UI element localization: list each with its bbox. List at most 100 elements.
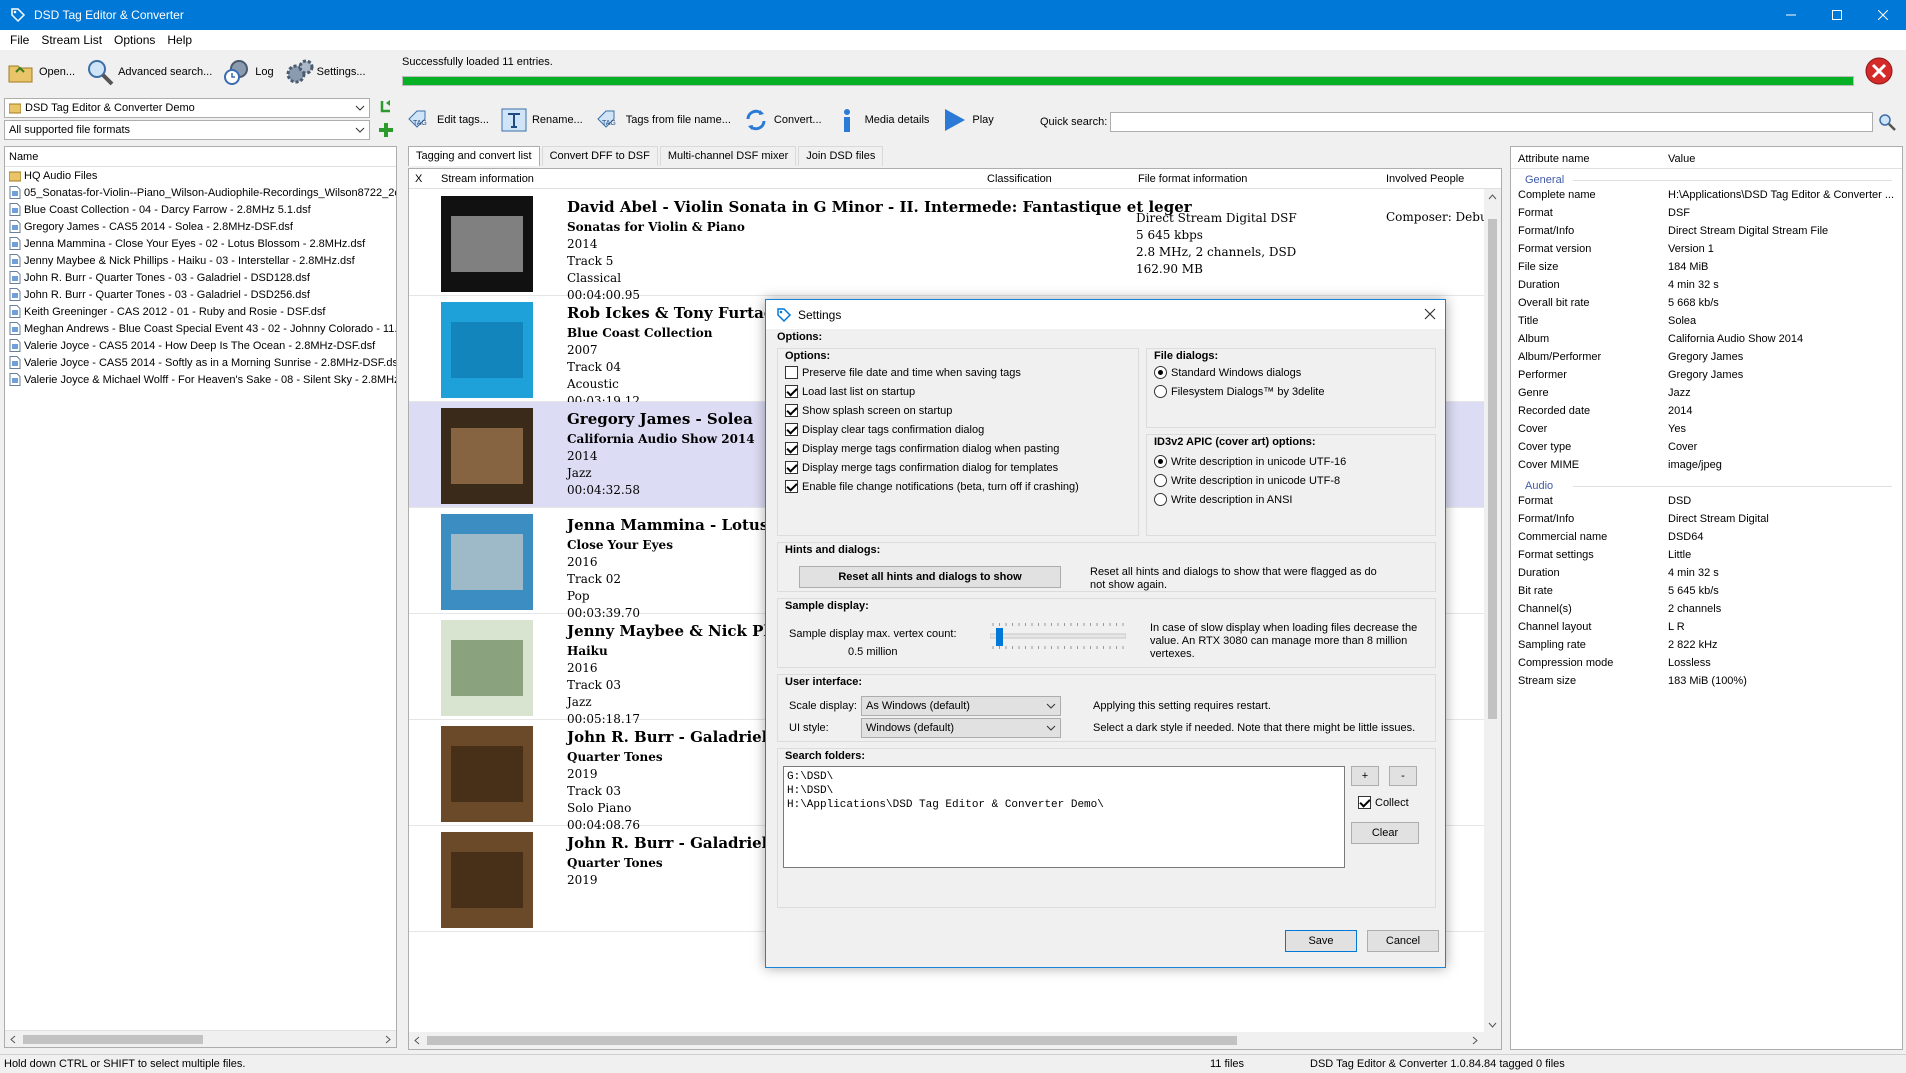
refresh-icon[interactable] bbox=[378, 99, 394, 115]
convert-button[interactable]: Convert... bbox=[741, 105, 822, 135]
stop-icon[interactable] bbox=[1864, 56, 1894, 86]
property-row[interactable]: Format version Version 1 bbox=[1511, 241, 1902, 259]
play-button[interactable]: Play bbox=[939, 105, 994, 135]
property-row[interactable]: Duration 4 min 32 s bbox=[1511, 565, 1902, 583]
scrollbar-thumb[interactable] bbox=[427, 1036, 1237, 1045]
column-x[interactable]: X bbox=[415, 173, 422, 185]
property-row[interactable]: Channel(s) 2 channels bbox=[1511, 601, 1902, 619]
property-row[interactable]: Cover MIME image/jpeg bbox=[1511, 457, 1902, 475]
property-row[interactable]: Format DSF bbox=[1511, 205, 1902, 223]
file-list-header[interactable]: Name bbox=[5, 147, 396, 167]
property-row[interactable]: Genre Jazz bbox=[1511, 385, 1902, 403]
property-row[interactable]: Performer Gregory James bbox=[1511, 367, 1902, 385]
property-row[interactable]: Cover Yes bbox=[1511, 421, 1902, 439]
file-item[interactable]: Valerie Joyce & Michael Wolff - For Heav… bbox=[5, 371, 396, 388]
apic-radio[interactable]: Write description in unicode UTF-16 bbox=[1154, 455, 1346, 468]
apic-radio[interactable]: Write description in unicode UTF-8 bbox=[1154, 474, 1340, 487]
column-value[interactable]: Value bbox=[1668, 153, 1695, 165]
save-button[interactable]: Save bbox=[1285, 930, 1357, 952]
property-row[interactable]: Sampling rate 2 822 kHz bbox=[1511, 637, 1902, 655]
file-dialog-radio[interactable]: Filesystem Dialogs™ by 3delite bbox=[1154, 385, 1324, 398]
menu-stream-list[interactable]: Stream List bbox=[35, 33, 108, 47]
menu-options[interactable]: Options bbox=[108, 33, 161, 47]
column-attribute-name[interactable]: Attribute name bbox=[1518, 153, 1590, 165]
tab-join-dsd-files[interactable]: Join DSD files bbox=[798, 146, 884, 166]
option-checkbox[interactable]: Preserve file date and time when saving … bbox=[785, 366, 1021, 379]
collect-checkbox[interactable]: Collect bbox=[1358, 796, 1409, 809]
file-item[interactable]: Blue Coast Collection - 04 - Darcy Farro… bbox=[5, 201, 396, 218]
property-row[interactable]: Album/Performer Gregory James bbox=[1511, 349, 1902, 367]
option-checkbox[interactable]: Show splash screen on startup bbox=[785, 404, 952, 417]
column-involved-people[interactable]: Involved People bbox=[1386, 173, 1464, 185]
search-icon[interactable] bbox=[1878, 113, 1896, 131]
format-combo[interactable]: All supported file formats bbox=[4, 120, 370, 140]
reset-hints-button[interactable]: Reset all hints and dialogs to show bbox=[799, 566, 1061, 588]
scrollbar-thumb[interactable] bbox=[23, 1035, 203, 1044]
property-row[interactable]: Channel layout L R bbox=[1511, 619, 1902, 637]
option-checkbox[interactable]: Load last list on startup bbox=[785, 385, 915, 398]
column-classification[interactable]: Classification bbox=[987, 173, 1052, 185]
source-combo[interactable]: DSD Tag Editor & Converter Demo bbox=[4, 98, 370, 118]
ui-style-combo[interactable]: Windows (default) bbox=[861, 718, 1061, 738]
close-button[interactable] bbox=[1860, 0, 1906, 30]
apic-radio[interactable]: Write description in ANSI bbox=[1154, 493, 1292, 506]
menu-file[interactable]: File bbox=[4, 33, 35, 47]
horizontal-scrollbar[interactable] bbox=[409, 1032, 1501, 1049]
rename-button[interactable]: Rename... bbox=[499, 105, 583, 135]
advanced-search-button[interactable]: Advanced search... bbox=[85, 57, 212, 87]
scrollbar-thumb[interactable] bbox=[1488, 219, 1497, 719]
tab-tagging-and-convert-list[interactable]: Tagging and convert list bbox=[408, 146, 540, 166]
menu-help[interactable]: Help bbox=[161, 33, 198, 47]
file-item[interactable]: Jenny Maybee & Nick Phillips - Haiku - 0… bbox=[5, 252, 396, 269]
add-icon[interactable] bbox=[378, 122, 394, 138]
tab-convert-dff-to-dsf[interactable]: Convert DFF to DSF bbox=[541, 146, 658, 166]
file-item[interactable]: Jenna Mammina - Close Your Eyes - 02 - L… bbox=[5, 235, 396, 252]
maximize-button[interactable] bbox=[1814, 0, 1860, 30]
option-checkbox[interactable]: Display clear tags confirmation dialog bbox=[785, 423, 984, 436]
option-checkbox[interactable]: Enable file change notifications (beta, … bbox=[785, 480, 1079, 493]
property-row[interactable]: Format/Info Direct Stream Digital bbox=[1511, 511, 1902, 529]
property-row[interactable]: Stream size 183 MiB (100%) bbox=[1511, 673, 1902, 691]
property-row[interactable]: Compression mode Lossless bbox=[1511, 655, 1902, 673]
property-row[interactable]: Duration 4 min 32 s bbox=[1511, 277, 1902, 295]
search-folders-memo[interactable]: G:\DSD\ H:\DSD\ H:\Applications\DSD Tag … bbox=[783, 766, 1345, 868]
close-icon[interactable] bbox=[1423, 307, 1437, 321]
property-row[interactable]: Format DSD bbox=[1511, 493, 1902, 511]
property-row[interactable]: Format settings Little bbox=[1511, 547, 1902, 565]
open-button[interactable]: Open... bbox=[6, 57, 75, 87]
minimize-button[interactable] bbox=[1768, 0, 1814, 30]
property-row[interactable]: Title Solea bbox=[1511, 313, 1902, 331]
clear-button[interactable]: Clear bbox=[1351, 822, 1419, 844]
option-checkbox[interactable]: Display merge tags confirmation dialog f… bbox=[785, 461, 1058, 474]
property-row[interactable]: Format/Info Direct Stream Digital Stream … bbox=[1511, 223, 1902, 241]
property-row[interactable]: Album California Audio Show 2014 bbox=[1511, 331, 1902, 349]
file-dialog-radio[interactable]: Standard Windows dialogs bbox=[1154, 366, 1301, 379]
file-item[interactable]: Valerie Joyce - CAS5 2014 - How Deep Is … bbox=[5, 337, 396, 354]
folder-item[interactable]: HQ Audio Files bbox=[5, 167, 396, 184]
table-row[interactable]: David Abel - Violin Sonata in G Minor - … bbox=[409, 190, 1500, 302]
add-folder-button[interactable]: + bbox=[1351, 766, 1379, 786]
property-row[interactable]: File size 184 MiB bbox=[1511, 259, 1902, 277]
property-row[interactable]: Cover type Cover bbox=[1511, 439, 1902, 457]
remove-folder-button[interactable]: - bbox=[1389, 766, 1417, 786]
property-row[interactable]: Commercial name DSD64 bbox=[1511, 529, 1902, 547]
option-checkbox[interactable]: Display merge tags confirmation dialog w… bbox=[785, 442, 1059, 455]
media-details-button[interactable]: Media details bbox=[832, 105, 929, 135]
property-row[interactable]: Overall bit rate 5 668 kb/s bbox=[1511, 295, 1902, 313]
horizontal-scrollbar[interactable] bbox=[5, 1030, 396, 1047]
property-row[interactable]: Complete name H:\Applications\DSD Tag Edi… bbox=[1511, 187, 1902, 205]
file-item[interactable]: John R. Burr - Quarter Tones - 03 - Gala… bbox=[5, 269, 396, 286]
file-item[interactable]: Gregory James - CAS5 2014 - Solea - 2.8M… bbox=[5, 218, 396, 235]
scale-display-combo[interactable]: As Windows (default) bbox=[861, 696, 1061, 716]
file-item[interactable]: Meghan Andrews - Blue Coast Special Even… bbox=[5, 320, 396, 337]
slider-thumb[interactable] bbox=[996, 628, 1003, 646]
file-item[interactable]: John R. Burr - Quarter Tones - 03 - Gala… bbox=[5, 286, 396, 303]
file-item[interactable]: 05_Sonatas-for-Violin--Piano_Wilson-Audi… bbox=[5, 184, 396, 201]
vertex-count-slider[interactable] bbox=[990, 622, 1126, 650]
column-file-format-information[interactable]: File format information bbox=[1138, 173, 1247, 185]
vertical-scrollbar[interactable] bbox=[1484, 189, 1501, 1033]
column-stream-information[interactable]: Stream information bbox=[441, 173, 534, 185]
quick-search-input[interactable] bbox=[1110, 112, 1873, 132]
cancel-button[interactable]: Cancel bbox=[1367, 930, 1439, 952]
property-row[interactable]: Recorded date 2014 bbox=[1511, 403, 1902, 421]
